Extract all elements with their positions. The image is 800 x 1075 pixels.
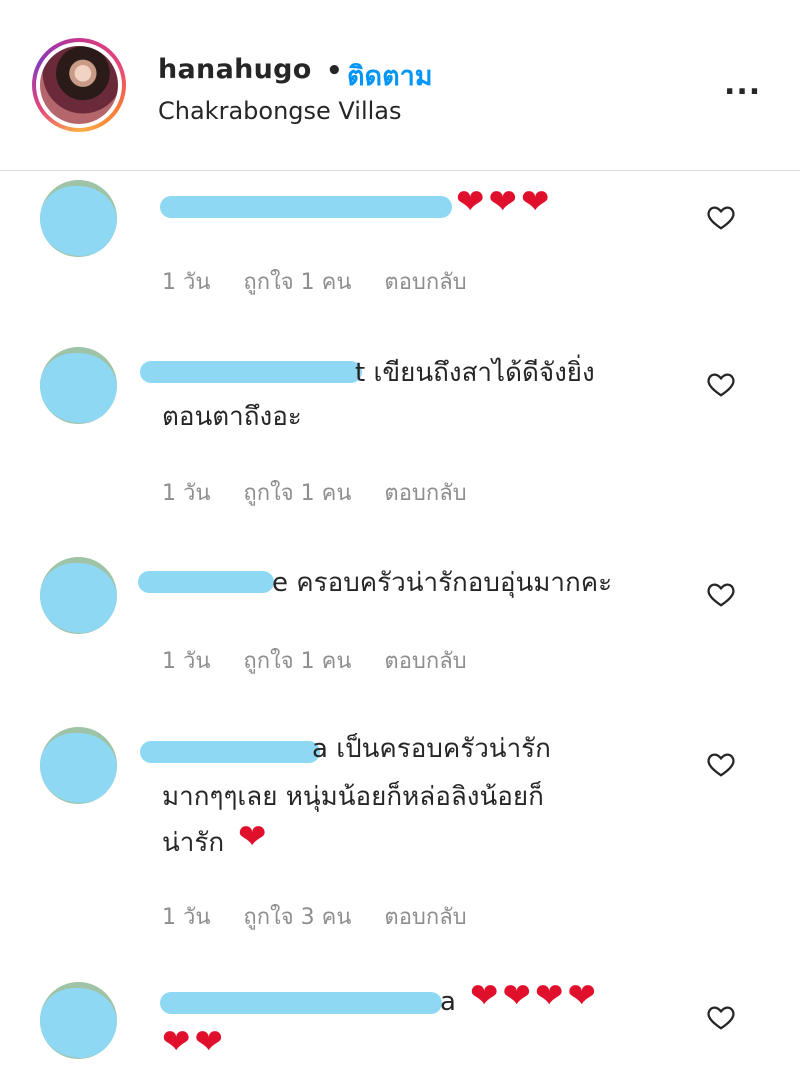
comment-item: e ครอบครัวน่ารักอบอุ่นมากคะ 1 วัน ถูกใจ … xyxy=(0,555,800,685)
comment-likes[interactable]: ถูกใจ 1 คน xyxy=(243,270,351,295)
username-mask xyxy=(160,992,442,1014)
heart-outline-icon[interactable] xyxy=(706,579,736,609)
comment-item: t เขียนถึงสาได้ดีจังยิ่ง ตอนตาถึงอะ 1 วั… xyxy=(0,345,800,515)
comment-meta: 1 วัน ถูกใจ 3 คน ตอบกลับ xyxy=(162,899,493,934)
comment-likes[interactable]: ถูกใจ 1 คน xyxy=(243,481,351,506)
comment-avatar[interactable] xyxy=(40,557,117,634)
comment-item: a เป็นครอบครัวน่ารัก มากๆๆเลย หนุ่มน้อยก… xyxy=(0,725,800,945)
comment-text: a เป็นครอบครัวน่ารัก xyxy=(312,734,551,764)
comment-meta: 1 วัน ถูกใจ 1 คน ตอบกลับ xyxy=(162,264,493,299)
reply-button[interactable]: ตอบกลับ xyxy=(384,270,466,295)
comment-time: 1 วัน xyxy=(162,649,211,674)
comment-avatar[interactable] xyxy=(40,982,117,1059)
heart-emojis: ❤❤❤ xyxy=(456,182,554,222)
comment-text-line3: น่ารัก xyxy=(162,828,225,858)
comment-text-line2: ตอนตาถึงอะ xyxy=(162,402,302,432)
comment-item: a ❤❤❤❤ ❤❤ xyxy=(0,976,800,1075)
comment-meta: 1 วัน ถูกใจ 1 คน ตอบกลับ xyxy=(162,475,493,510)
comment-likes[interactable]: ถูกใจ 3 คน xyxy=(243,905,351,930)
header-username[interactable]: hanahugo xyxy=(158,54,312,85)
heart-outline-icon[interactable] xyxy=(706,749,736,779)
comment-time: 1 วัน xyxy=(162,270,211,295)
heart-emojis: ❤ xyxy=(238,817,271,857)
reply-button[interactable]: ตอบกลับ xyxy=(384,649,466,674)
follow-button[interactable]: ติดตาม xyxy=(347,54,433,97)
comment-text-line2: มากๆๆเลย หนุ่มน้อยก็หล่อลิงน้อยก็ xyxy=(162,782,544,812)
username-mask xyxy=(138,571,274,593)
reply-button[interactable]: ตอบกลับ xyxy=(384,481,466,506)
comment-time: 1 วัน xyxy=(162,481,211,506)
comment-avatar[interactable] xyxy=(40,727,117,804)
comment-avatar[interactable] xyxy=(40,180,117,257)
comment-text: a xyxy=(440,987,456,1017)
username-mask xyxy=(140,361,362,383)
heart-emojis: ❤❤❤❤ xyxy=(470,976,600,1016)
profile-photo xyxy=(40,46,118,124)
comment-time: 1 วัน xyxy=(162,905,211,930)
post-header: hanahugo • ติดตาม Chakrabongse Villas ..… xyxy=(0,0,800,171)
heart-emojis-line2: ❤❤ xyxy=(162,1022,227,1062)
comment-text: t เขียนถึงสาได้ดีจังยิ่ง xyxy=(355,358,595,388)
header-separator: • xyxy=(326,56,343,86)
comment-meta: 1 วัน ถูกใจ 1 คน ตอบกลับ xyxy=(162,643,493,678)
header-location[interactable]: Chakrabongse Villas xyxy=(158,97,402,125)
heart-outline-icon[interactable] xyxy=(706,1002,736,1032)
comment-likes[interactable]: ถูกใจ 1 คน xyxy=(243,649,351,674)
more-icon[interactable]: ... xyxy=(724,70,761,100)
comment-avatar[interactable] xyxy=(40,347,117,424)
heart-outline-icon[interactable] xyxy=(706,369,736,399)
reply-button[interactable]: ตอบกลับ xyxy=(384,905,466,930)
heart-outline-icon[interactable] xyxy=(706,202,736,232)
username-mask xyxy=(140,741,320,763)
comment-item: ❤❤❤ 1 วัน ถูกใจ 1 คน ตอบกลับ xyxy=(0,180,800,310)
username-mask xyxy=(160,196,452,218)
profile-avatar[interactable] xyxy=(32,38,126,132)
comment-text: e ครอบครัวน่ารักอบอุ่นมากคะ xyxy=(272,568,613,598)
